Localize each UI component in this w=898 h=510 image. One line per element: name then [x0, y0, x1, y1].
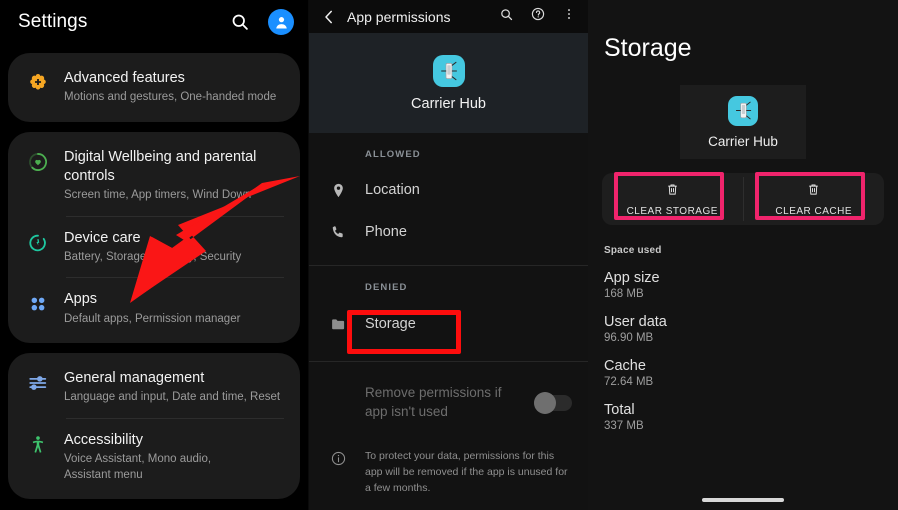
storage-actions: CLEAR STORAGE CLEAR CACHE	[602, 173, 884, 225]
stat-key: Cache	[604, 358, 646, 374]
search-icon[interactable]	[499, 7, 514, 27]
carrier-hub-app-icon	[432, 54, 465, 87]
stat-value: 96.90 MB	[604, 332, 654, 344]
permissions-app-header: Carrier Hub	[309, 33, 588, 133]
auto-revoke-row[interactable]: Remove permissions if app isn't used	[309, 362, 588, 422]
clear-storage-button[interactable]: CLEAR STORAGE	[602, 173, 743, 225]
settings-panel: Settings Advanced features Motions and g…	[0, 0, 308, 510]
info-icon	[327, 450, 349, 497]
permission-label: Location	[365, 182, 420, 198]
permissions-topbar-actions	[499, 6, 576, 27]
toggle-knob	[534, 391, 556, 414]
button-label: CLEAR CACHE	[775, 205, 853, 217]
back-icon[interactable]	[319, 8, 339, 26]
trash-icon	[665, 182, 680, 202]
stat-cache: Cache 72.64 MB	[588, 344, 898, 388]
more-vert-icon[interactable]	[562, 7, 576, 26]
carrier-hub-app-icon	[728, 95, 758, 126]
clear-cache-button[interactable]: CLEAR CACHE	[744, 173, 885, 225]
button-label: CLEAR STORAGE	[626, 205, 718, 217]
info-text: To protect your data, permissions for th…	[365, 449, 568, 495]
stat-user-data: User data 96.90 MB	[588, 300, 898, 344]
folder-icon	[327, 316, 349, 333]
permissions-title: App permissions	[347, 8, 451, 25]
home-indicator	[702, 498, 784, 502]
stat-value: 72.64 MB	[604, 376, 654, 388]
storage-app-header: Carrier Hub	[680, 85, 806, 159]
stat-app-size: App size 168 MB	[588, 256, 898, 300]
permission-label: Storage	[365, 316, 416, 332]
stat-value: 168 MB	[604, 288, 644, 300]
stat-key: App size	[604, 270, 660, 286]
stat-key: User data	[604, 314, 667, 330]
stat-key: Total	[604, 402, 635, 418]
red-arrow-annotation	[130, 176, 300, 303]
storage-panel: Storage Carrier Hub CLEAR STORAGE CLEAR …	[588, 0, 898, 510]
stat-value: 337 MB	[604, 420, 644, 432]
app-permissions-panel: App permissions Carrier Hub ALLOWED Loca…	[308, 0, 588, 510]
storage-page-title: Storage	[604, 34, 692, 62]
help-icon[interactable]	[530, 6, 546, 27]
permissions-list: ALLOWED Location Phone DENIED Storage	[309, 133, 588, 362]
app-name: Carrier Hub	[708, 133, 778, 149]
auto-revoke-label: Remove permissions if app isn't used	[365, 385, 502, 419]
phone-icon	[327, 224, 349, 241]
space-used-label: Space used	[604, 245, 662, 256]
allowed-section-label: ALLOWED	[365, 149, 421, 160]
stat-total: Total 337 MB	[588, 388, 898, 432]
app-name: Carrier Hub	[411, 95, 486, 112]
auto-revoke-toggle[interactable]	[534, 391, 572, 414]
permission-item-phone[interactable]: Phone	[309, 211, 588, 253]
auto-revoke-info: To protect your data, permissions for th…	[309, 422, 588, 497]
denied-section-label: DENIED	[365, 282, 408, 293]
location-icon	[327, 182, 349, 199]
screenshot-root: Settings Advanced features Motions and g…	[0, 0, 898, 510]
permission-item-location[interactable]: Location	[309, 169, 588, 211]
permission-item-storage[interactable]: Storage	[309, 302, 588, 346]
trash-icon	[806, 182, 821, 202]
permissions-topbar: App permissions	[309, 0, 588, 33]
permission-label: Phone	[365, 224, 407, 240]
